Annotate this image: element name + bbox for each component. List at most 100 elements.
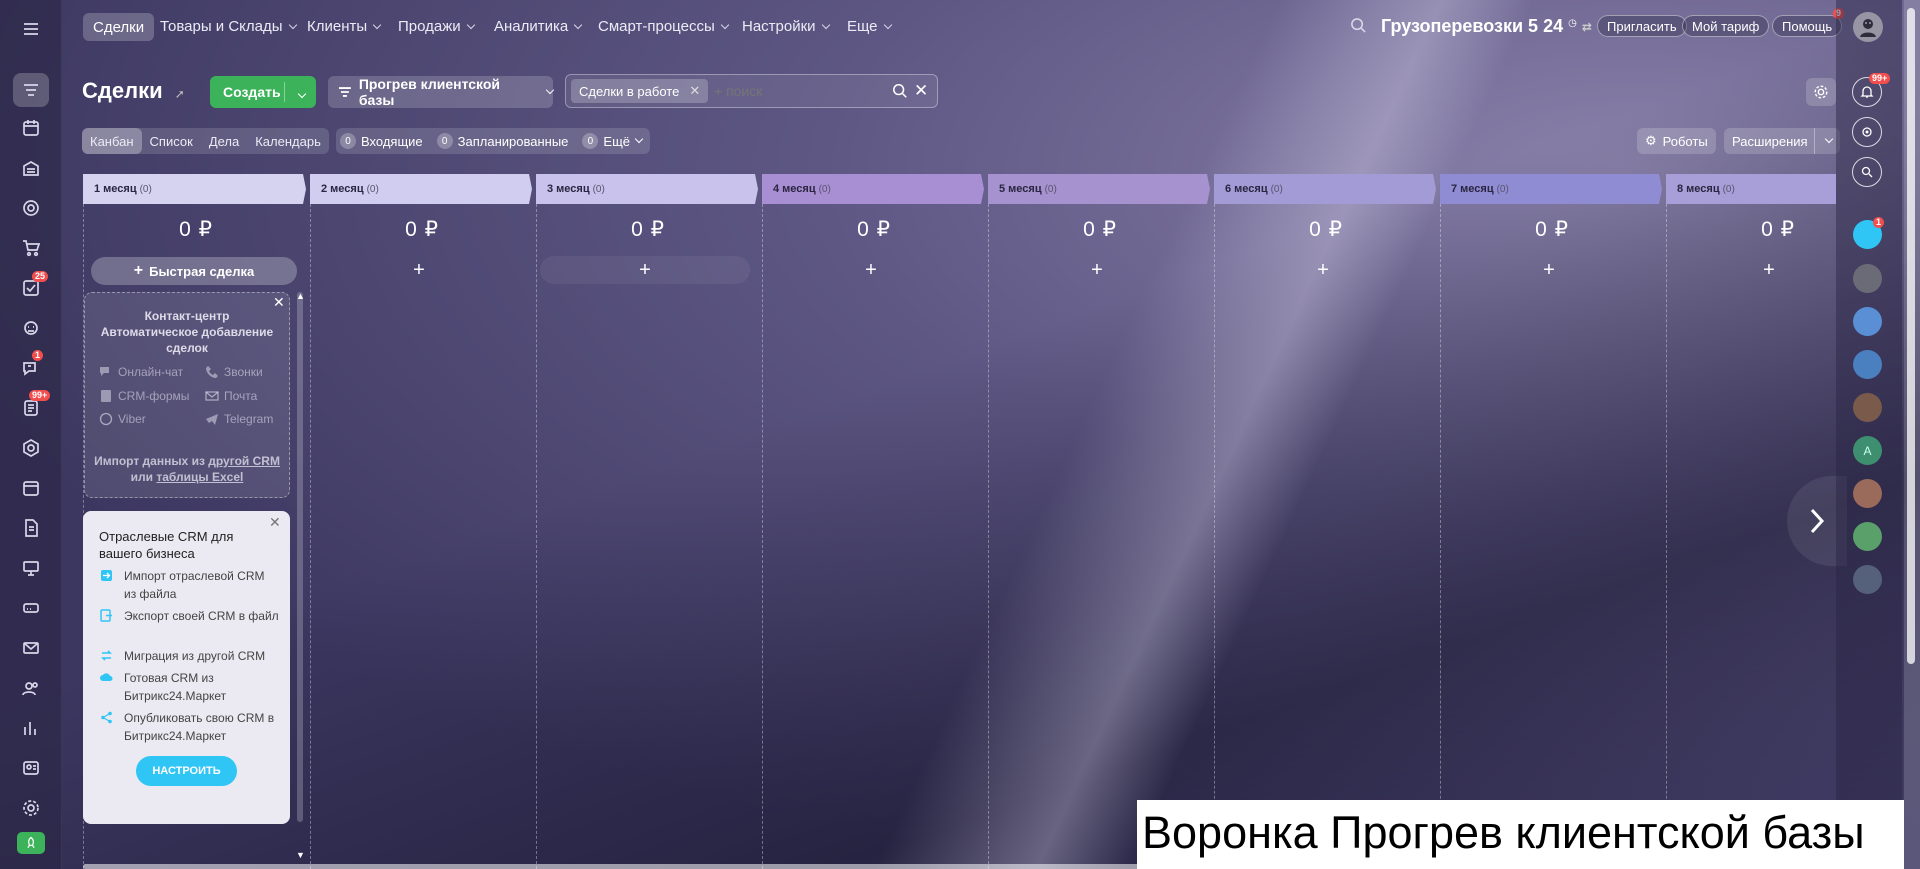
warehouse-icon[interactable] <box>16 153 46 183</box>
tariff-button[interactable]: Мой тариф <box>1682 15 1770 37</box>
hamburger-menu-icon[interactable] <box>16 14 46 44</box>
tasks-icon[interactable]: 25 <box>16 271 49 303</box>
contact-avatar[interactable] <box>1853 350 1882 379</box>
search-input[interactable] <box>714 83 874 99</box>
document-icon[interactable] <box>16 513 46 543</box>
search-icon[interactable] <box>1350 17 1367 34</box>
quick-deal-button[interactable]: + Быстрая сделка <box>91 257 297 285</box>
crm-export-item[interactable]: Экспорт своей CRM в файл <box>100 607 280 625</box>
crm-migration-item[interactable]: Миграция из другой CRM <box>100 647 280 665</box>
tab-activities[interactable]: Дела <box>201 128 247 154</box>
hexagon-icon[interactable] <box>16 433 46 463</box>
contact-avatar[interactable] <box>1853 393 1882 422</box>
contact-avatar[interactable] <box>1853 264 1882 293</box>
contact-avatar[interactable]: A <box>1853 436 1882 465</box>
setup-button[interactable]: НАСТРОИТЬ <box>136 756 237 786</box>
notifications-bell-icon[interactable]: 99+ <box>1852 73 1891 107</box>
crm-import-item[interactable]: Импорт отраслевой CRM из файла <box>100 567 280 603</box>
feed-icon[interactable]: 99+ <box>16 390 51 423</box>
settings-gear-icon[interactable] <box>1806 78 1836 106</box>
filter-chip[interactable]: Сделки в работе ✕ <box>571 79 709 103</box>
counter-incoming[interactable]: 0 Входящие <box>340 133 429 149</box>
filter-search-box[interactable]: Сделки в работе ✕ ✕ <box>565 74 938 108</box>
company-name[interactable]: Грузоперевозки 5 24 ◷ ⇄ <box>1381 16 1592 37</box>
spiral-icon[interactable] <box>1852 117 1882 147</box>
robot-icon[interactable] <box>16 313 46 343</box>
top-menu-more[interactable]: Еще <box>847 18 892 35</box>
top-menu-sales[interactable]: Продажи <box>398 18 475 35</box>
search-icon[interactable] <box>892 83 908 99</box>
channel-crm-forms[interactable]: CRM-формы <box>99 389 189 403</box>
add-deal-button[interactable]: + <box>1444 256 1654 284</box>
top-menu-deals[interactable]: Сделки <box>83 13 155 41</box>
counter-planned[interactable]: 0 Запланированные <box>436 133 575 149</box>
channel-telegram[interactable]: Telegram <box>205 412 273 426</box>
switch-icon[interactable]: ⇄ <box>1582 20 1592 34</box>
column-scrollbar[interactable] <box>297 292 303 822</box>
help-button[interactable]: Помощь 9 <box>1772 8 1845 37</box>
extensions-button[interactable]: Расширения <box>1724 128 1840 154</box>
stage-7-header[interactable]: 7 месяц (0) <box>1440 174 1509 204</box>
tab-list[interactable]: Список <box>142 128 201 154</box>
channel-viber[interactable]: Viber <box>99 412 146 426</box>
pin-icon[interactable]: ➚ <box>175 87 185 101</box>
horizontal-scroll-thumb[interactable] <box>83 864 1220 869</box>
chip-close-icon[interactable]: ✕ <box>689 83 700 99</box>
cart-icon[interactable] <box>16 233 46 263</box>
top-menu-smart[interactable]: Смарт-процессы <box>598 18 729 35</box>
page-scroll-thumb[interactable] <box>1907 8 1915 664</box>
channel-online-chat[interactable]: Онлайн-чат <box>99 365 183 379</box>
users-icon[interactable] <box>16 673 46 703</box>
drive-icon[interactable] <box>16 593 46 623</box>
stage-6-header[interactable]: 6 месяц (0) <box>1214 174 1283 204</box>
stage-3-header[interactable]: 3 месяц (0) <box>536 174 605 204</box>
add-deal-button[interactable]: + <box>766 256 976 284</box>
crm-publish-item[interactable]: Опубликовать свою CRM в Битрикс24.Маркет <box>100 709 280 745</box>
contact-avatar[interactable] <box>1853 522 1882 551</box>
stage-4-header[interactable]: 4 месяц (0) <box>762 174 831 204</box>
contact-avatar[interactable] <box>1853 565 1882 594</box>
tab-kanban[interactable]: Канбан <box>82 128 142 154</box>
channel-calls[interactable]: Звонки <box>205 365 263 379</box>
contact-avatar[interactable] <box>1853 307 1882 336</box>
top-menu-goods[interactable]: Товары и Склады <box>160 18 297 35</box>
settings-gear-icon[interactable] <box>16 793 46 823</box>
chat-icon[interactable]: 1 <box>16 350 46 383</box>
rocket-icon[interactable] <box>17 832 45 854</box>
mail-icon[interactable] <box>16 633 46 663</box>
contact-card-icon[interactable] <box>16 753 46 783</box>
contact-avatar[interactable] <box>1853 479 1882 508</box>
close-icon[interactable]: ✕ <box>269 514 281 531</box>
create-menu-chevron-icon[interactable] <box>285 84 307 100</box>
create-button[interactable]: Создать <box>210 76 316 108</box>
top-menu-clients[interactable]: Клиенты <box>307 18 382 35</box>
funnel-select[interactable]: Прогрев клиентской базы <box>328 76 555 108</box>
tab-calendar[interactable]: Календарь <box>247 128 329 154</box>
add-deal-button[interactable]: + <box>540 256 750 284</box>
crm-funnel-icon[interactable] <box>13 73 49 107</box>
stage-8-header[interactable]: 8 месяц (0) <box>1666 174 1735 204</box>
robots-button[interactable]: ⚙ Роботы <box>1637 128 1716 154</box>
stage-2-header[interactable]: 2 месяц (0) <box>310 174 379 204</box>
scroll-up-arrow-icon[interactable]: ▲ <box>296 291 305 301</box>
import-other-crm-link[interactable]: другой CRM <box>208 454 280 468</box>
calendar-grid-icon[interactable] <box>16 113 46 143</box>
target-icon[interactable] <box>16 193 46 223</box>
search-chat-icon[interactable] <box>1852 157 1882 187</box>
import-excel-link[interactable]: таблицы Excel <box>156 470 243 484</box>
counter-more[interactable]: 0 Ещё <box>582 133 646 149</box>
top-menu-settings[interactable]: Настройки <box>742 18 830 35</box>
invite-button[interactable]: Пригласить <box>1597 15 1687 37</box>
stage-1-header[interactable]: 1 месяц (0) <box>83 174 152 204</box>
scroll-down-arrow-icon[interactable]: ▼ <box>296 850 305 860</box>
top-menu-analytics[interactable]: Аналитика <box>494 18 583 35</box>
add-deal-button[interactable]: + <box>314 256 524 284</box>
presentation-icon[interactable] <box>16 553 46 583</box>
add-deal-button[interactable]: + <box>992 256 1202 284</box>
add-deal-button[interactable]: + <box>1218 256 1428 284</box>
stage-5-header[interactable]: 5 месяц (0) <box>988 174 1057 204</box>
clear-filter-icon[interactable]: ✕ <box>914 81 928 101</box>
channel-mail[interactable]: Почта <box>205 389 257 403</box>
analytics-icon[interactable] <box>16 713 46 743</box>
calendar-icon[interactable] <box>16 473 46 503</box>
